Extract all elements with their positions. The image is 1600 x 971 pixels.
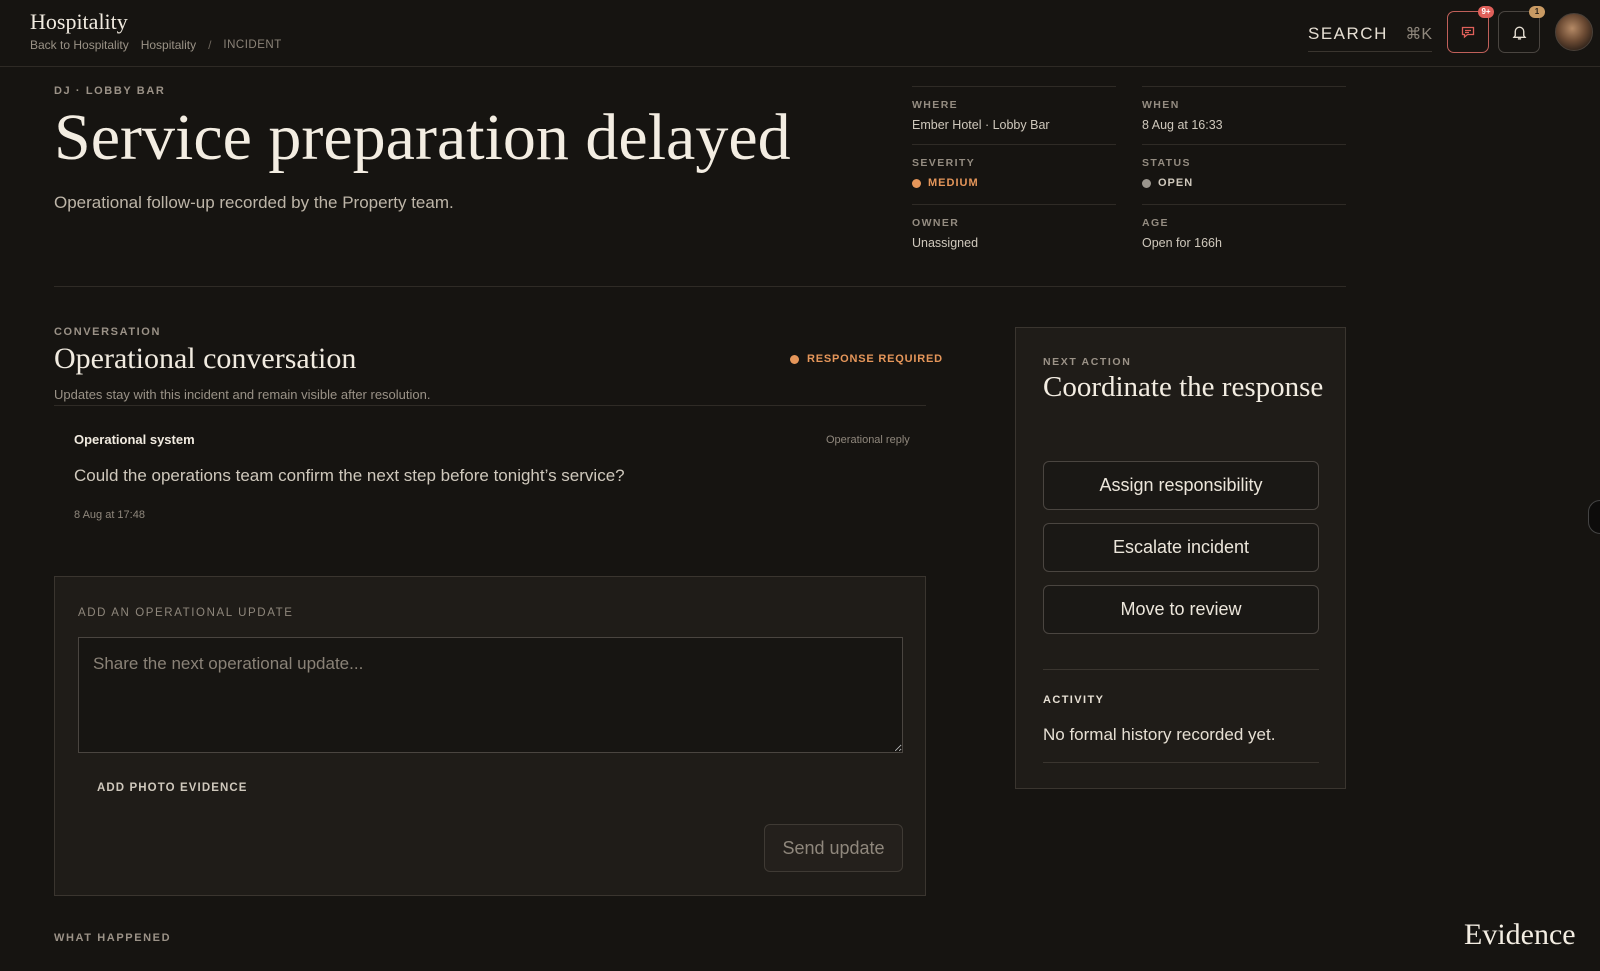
fact-label: OWNER — [912, 217, 960, 229]
bell-icon — [1512, 26, 1526, 40]
message-kind: Operational reply — [826, 434, 910, 446]
divider — [1043, 762, 1319, 763]
message-body: Could the operations team confirm the ne… — [74, 466, 625, 485]
divider — [54, 405, 926, 406]
assign-responsibility-button[interactable]: Assign responsibility — [1043, 461, 1319, 510]
fact-label: AGE — [1142, 217, 1169, 229]
chat-bubble-icon — [1461, 26, 1475, 39]
conversation-eyebrow: CONVERSATION — [54, 326, 162, 338]
top-bar: Hospitality Back to Hospitality Hospital… — [0, 0, 1600, 67]
panel-eyebrow: NEXT ACTION — [1043, 356, 1132, 368]
divider — [54, 286, 1346, 287]
messages-button[interactable]: 9+ — [1447, 6, 1494, 53]
evidence-heading: Evidence — [1464, 918, 1576, 951]
message-author: Operational system — [74, 432, 195, 447]
conversation-subtitle: Updates stay with this incident and rema… — [54, 387, 431, 402]
update-textarea[interactable] — [78, 637, 903, 753]
fact-label: STATUS — [1142, 157, 1191, 169]
avatar[interactable] — [1555, 13, 1593, 51]
composer-label: ADD AN OPERATIONAL UPDATE — [78, 607, 294, 619]
send-update-button[interactable]: Send update — [764, 824, 903, 872]
breadcrumb-separator: / — [208, 38, 212, 52]
what-happened-heading: WHAT HAPPENED — [54, 932, 172, 944]
status-value: OPEN — [1158, 177, 1194, 189]
divider — [1043, 669, 1319, 670]
fact-value: Unassigned — [912, 236, 979, 250]
search-shortcut: ⌘K — [1405, 25, 1432, 43]
breadcrumb: Back to Hospitality Hospitality / INCIDE… — [30, 38, 282, 52]
fact-owner: OWNER Unassigned — [912, 204, 1116, 250]
fact-when: WHEN 8 Aug at 16:33 — [1142, 86, 1346, 132]
fact-label: WHEN — [1142, 99, 1180, 111]
fact-value: Open for 166h — [1142, 236, 1222, 250]
response-required-badge: RESPONSE REQUIRED — [790, 353, 943, 365]
fact-value: Ember Hotel · Lobby Bar — [912, 118, 1050, 132]
incident-location-eyebrow: DJ · LOBBY BAR — [54, 85, 166, 97]
breadcrumb-hospitality[interactable]: Hospitality — [141, 38, 196, 52]
activity-label: ACTIVITY — [1043, 694, 1105, 706]
alert-dot-icon — [790, 354, 799, 364]
back-link[interactable]: Back to Hospitality — [30, 38, 129, 52]
severity-value: MEDIUM — [928, 177, 979, 189]
side-drawer-handle[interactable] — [1588, 500, 1600, 534]
escalate-incident-button[interactable]: Escalate incident — [1043, 523, 1319, 572]
severity-badge: MEDIUM — [912, 177, 1116, 189]
fact-value: 8 Aug at 16:33 — [1142, 118, 1223, 132]
fact-age: AGE Open for 166h — [1142, 204, 1346, 250]
messages-badge: 9+ — [1478, 6, 1494, 18]
status-dot-icon — [1142, 178, 1151, 188]
search-label: SEARCH — [1308, 23, 1388, 43]
notifications-button[interactable]: 1 — [1498, 6, 1545, 53]
status-badge: OPEN — [1142, 177, 1346, 189]
page-title: Service preparation delayed — [54, 101, 791, 174]
fact-where: WHERE Ember Hotel · Lobby Bar — [912, 86, 1116, 132]
fact-status: STATUS OPEN — [1142, 144, 1346, 189]
conversation-title: Operational conversation — [54, 342, 357, 375]
notifications-badge: 1 — [1529, 6, 1545, 18]
fact-label: SEVERITY — [912, 157, 976, 169]
app-title: Hospitality — [30, 9, 128, 34]
message-timestamp: 8 Aug at 17:48 — [74, 509, 145, 521]
fact-severity: SEVERITY MEDIUM — [912, 144, 1116, 189]
incident-subtitle: Operational follow-up recorded by the Pr… — [54, 193, 454, 212]
fact-label: WHERE — [912, 99, 959, 111]
search-trigger[interactable]: SEARCH ⌘K — [1308, 16, 1432, 52]
add-photo-evidence-button[interactable]: ADD PHOTO EVIDENCE — [97, 782, 248, 794]
breadcrumb-current: INCIDENT — [223, 39, 282, 51]
update-composer: ADD AN OPERATIONAL UPDATE ADD PHOTO EVID… — [54, 576, 926, 896]
next-action-panel: NEXT ACTION Coordinate the response Assi… — [1015, 327, 1346, 789]
move-to-review-button[interactable]: Move to review — [1043, 585, 1319, 634]
panel-title: Coordinate the response — [1043, 371, 1324, 403]
severity-dot-icon — [912, 178, 921, 188]
activity-text: No formal history recorded yet. — [1043, 725, 1276, 744]
response-required-label: RESPONSE REQUIRED — [807, 353, 943, 365]
